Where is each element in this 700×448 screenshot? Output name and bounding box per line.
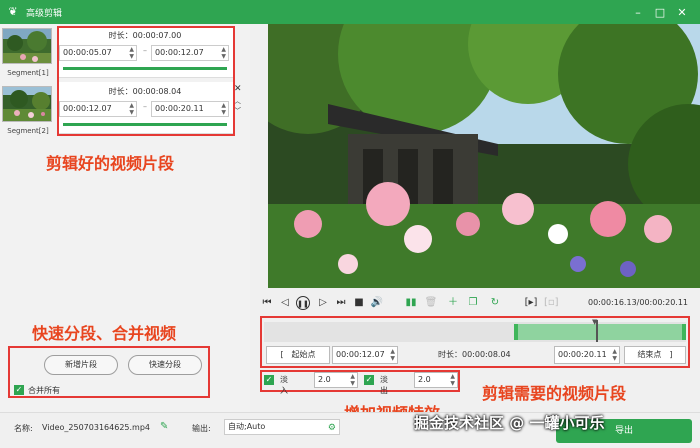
fade-out-value: 2.0 [418, 375, 431, 384]
fade-out-checkbox[interactable]: ✓ [364, 375, 374, 385]
output-label: 输出: [192, 424, 211, 433]
step-forward-icon[interactable]: ▷ [316, 296, 330, 310]
set-start-button[interactable]: [ 起始点 [266, 346, 330, 364]
copy-icon[interactable]: ❐ [466, 296, 480, 310]
add-segment-button[interactable]: 新增片段 [44, 355, 118, 375]
trim-duration: 时长：00:00:08.04 [438, 350, 511, 359]
annotation-box-segments [57, 26, 235, 136]
segment-thumbnail-1[interactable] [2, 28, 52, 64]
trim-end-value: 00:00:20.11 [558, 350, 607, 359]
trim-start-input[interactable]: 00:00:12.07 ▲ ▼ [332, 346, 398, 364]
trim-end-input[interactable]: 00:00:20.11 ▲ ▼ [554, 346, 620, 364]
playback-controls: ⏮ ◁ ❚❚ ▷ ⏭ ■ 🔊 ▮▮ 🗑 ＋ ❐ ↻ [▸] [▫] 00:00:… [252, 292, 700, 316]
spinner-icon[interactable]: ▲ ▼ [612, 348, 617, 362]
annotation-quick-split-merge: 快速分段、合并视频 [32, 324, 177, 343]
quick-split-button[interactable]: 快速分段 [128, 355, 202, 375]
watermark: 掘金技术社区 @ 一罐小可乐 [414, 414, 605, 432]
segment-thumbnail-2[interactable] [2, 86, 52, 122]
skip-end-icon[interactable]: ⏭ [334, 296, 348, 310]
maximize-button[interactable]: □ [650, 0, 670, 24]
skip-start-icon[interactable]: ⏮ [260, 296, 274, 310]
segment-label-2: Segment[2] [7, 127, 49, 135]
output-select[interactable]: 自动;Auto ⚙ [224, 419, 340, 435]
spinner-icon[interactable]: ▲ ▼ [390, 348, 395, 362]
trim-row: [ 起始点 00:00:12.07 ▲ ▼ 时长：00:00:08.04 00:0… [262, 346, 688, 364]
video-preview[interactable] [268, 24, 700, 288]
file-name[interactable]: Video_250703164625.mp4 [42, 423, 150, 432]
fade-in-checkbox[interactable]: ✓ [264, 375, 274, 385]
merge-all-checkbox[interactable]: ✓ [14, 385, 24, 395]
segment-label-1: Segment[1] [7, 69, 49, 77]
trim-start-value: 00:00:12.07 [336, 350, 385, 359]
mark-in-icon[interactable]: [▸] [524, 296, 538, 310]
app-logo-icon: ❦ [8, 5, 18, 18]
reset-icon[interactable]: ↻ [488, 296, 502, 310]
add-icon[interactable]: ＋ [446, 296, 460, 310]
fade-out-label: 淡出 [380, 375, 388, 395]
annotation-clipped-segments: 剪辑好的视频片段 [46, 154, 175, 173]
playback-timecode: 00:00:16.13/00:00:20.11 [588, 298, 688, 307]
window-title: 高级剪辑 [26, 8, 63, 19]
playhead-marker-icon: ▼ [592, 318, 598, 326]
fade-in-input[interactable]: 2.0 ▲ ▼ [314, 372, 358, 388]
merge-all-label: 合并所有 [28, 386, 60, 395]
timeline-selection[interactable] [514, 324, 686, 340]
gear-icon[interactable]: ⚙ [328, 421, 336, 435]
delete-icon[interactable]: 🗑 [424, 296, 438, 310]
fade-out-input[interactable]: 2.0 ▲ ▼ [414, 372, 458, 388]
chevron-down-icon[interactable]: ﹀ [234, 106, 241, 116]
spinner-icon[interactable]: ▲ ▼ [350, 373, 355, 387]
step-back-icon[interactable]: ◁ [278, 296, 292, 310]
chevron-up-icon[interactable]: ︿ [234, 96, 241, 106]
close-button[interactable]: ✕ [672, 0, 692, 24]
title-bar: ❦ 高级剪辑 [0, 0, 700, 24]
annotation-needed-segments: 剪辑需要的视频片段 [482, 384, 627, 403]
minimize-button[interactable]: – [628, 0, 648, 24]
volume-icon[interactable]: 🔊 [370, 296, 384, 310]
edit-icon[interactable]: ✎ [160, 421, 168, 432]
output-value: 自动;Auto [228, 422, 266, 431]
segment-list: Segment[1] Segment[2] [0, 24, 58, 140]
mark-out-icon[interactable]: [▫] [544, 296, 559, 310]
name-label: 名称: [14, 424, 33, 433]
fade-in-label: 淡入 [280, 375, 288, 395]
fade-in-value: 2.0 [318, 375, 331, 384]
stop-icon[interactable]: ■ [352, 296, 366, 310]
pause-icon[interactable]: ❚❚ [296, 296, 310, 310]
spinner-icon[interactable]: ▲ ▼ [450, 373, 455, 387]
set-end-button[interactable]: 结束点 ] [624, 346, 686, 364]
close-icon[interactable]: ✕ [234, 84, 242, 94]
split-icon[interactable]: ▮▮ [404, 296, 418, 310]
timeline-track[interactable]: ▼ [264, 318, 686, 342]
